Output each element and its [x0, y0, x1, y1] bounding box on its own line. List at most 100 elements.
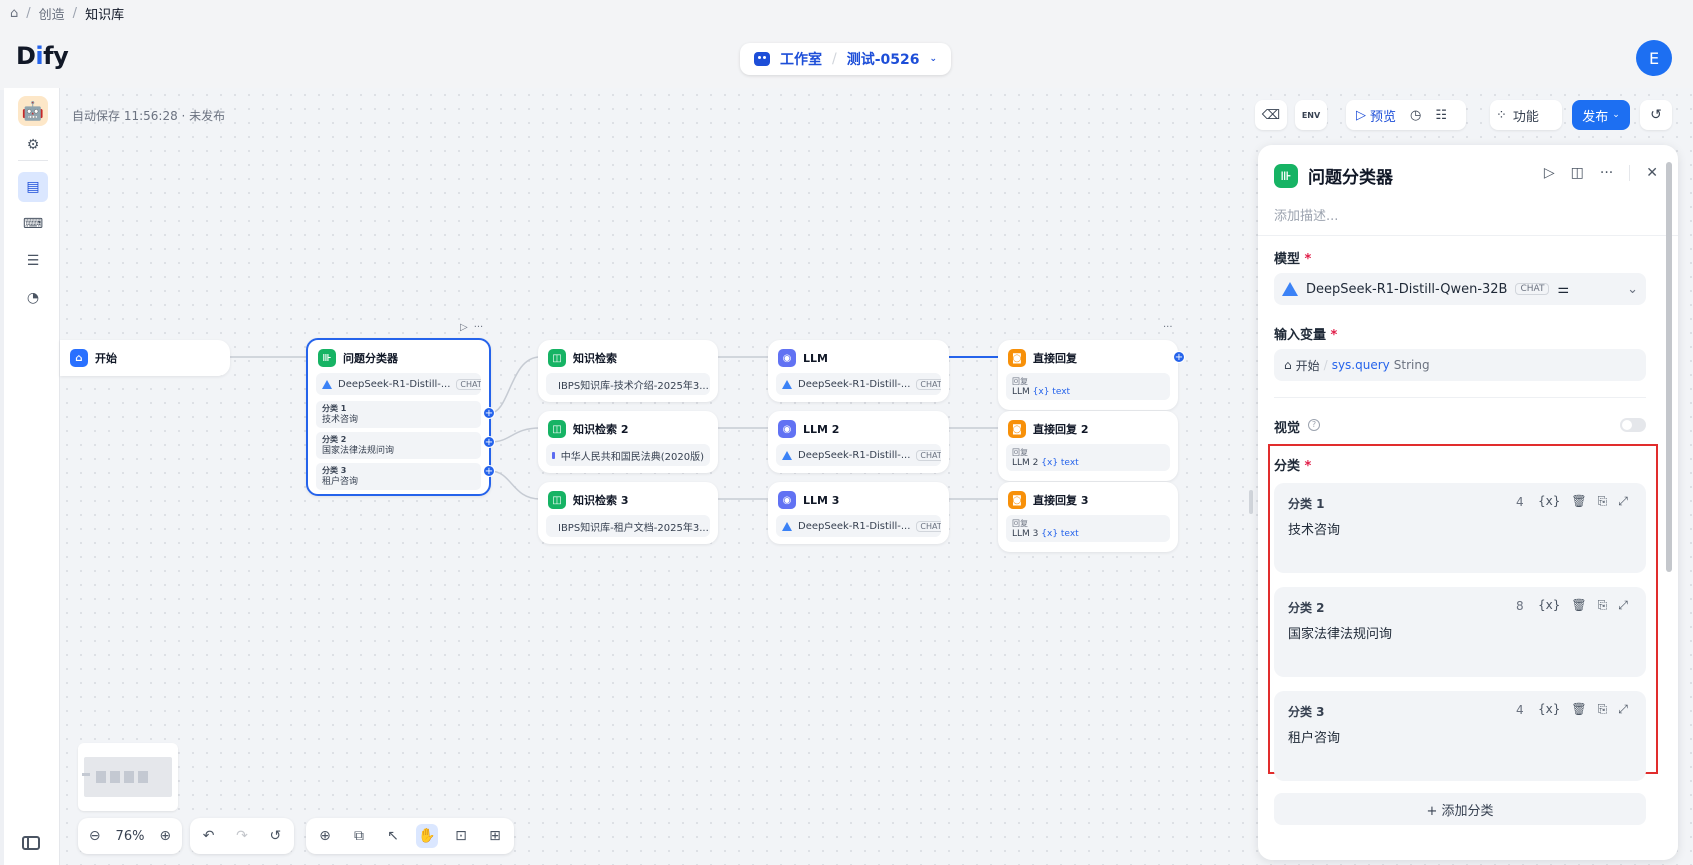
node-knowledge-retrieval-2[interactable]: ◫ 知识检索 2 中华人民共和国民法典(2020版)	[538, 411, 718, 473]
add-note-icon[interactable]: ⧉	[348, 824, 370, 848]
zoom-level[interactable]: 76%	[116, 829, 145, 844]
add-node-icon[interactable]: ⊕	[314, 824, 336, 848]
add-branch-port[interactable]: +	[483, 436, 495, 448]
run-node-icon[interactable]: ▷	[460, 322, 468, 333]
workspace-name[interactable]: 工作室	[780, 49, 822, 69]
play-icon: ▷	[1356, 107, 1366, 123]
more-icon[interactable]: ···	[1163, 322, 1173, 333]
char-count: 8	[1516, 599, 1524, 613]
add-class-button[interactable]: + 添加分类	[1274, 793, 1646, 825]
folder-icon	[552, 451, 555, 459]
divider	[1258, 235, 1678, 236]
copy-icon[interactable]: ⎘	[1598, 598, 1608, 613]
sidebar-divider	[18, 160, 48, 161]
slash-separator: /	[832, 51, 837, 67]
node-answer-3[interactable]: ◙ 直接回复 3 回复 LLM 3 {x} text	[998, 482, 1178, 552]
organize-icon[interactable]: ⊞	[484, 824, 506, 848]
node-question-classifier[interactable]: ⊪ 问题分类器 DeepSeek-R1-Distill-... CHAT 分类 …	[306, 338, 491, 496]
zoom-out-icon[interactable]: ⊖	[86, 824, 104, 848]
checklist-button[interactable]: ⌫	[1255, 100, 1287, 130]
expand-icon[interactable]: ⤢	[1618, 702, 1628, 717]
class-card-3[interactable]: 分类 3 4 {x} 🗑 ⎘ ⤢ 租户咨询	[1274, 691, 1646, 781]
model-selector[interactable]: DeepSeek-R1-Distill-Qwen-32B CHAT ⚌ ⌄	[1274, 273, 1646, 305]
close-icon[interactable]: ✕	[1646, 165, 1658, 181]
app-switcher[interactable]: 工作室 / 测试-0526 ⌄	[740, 43, 952, 75]
history-icon[interactable]: ↺	[265, 824, 286, 848]
help-book-icon[interactable]: ◫	[1571, 165, 1584, 181]
pointer-icon[interactable]: ↖	[382, 824, 404, 848]
minimap-node	[110, 771, 120, 783]
breadcrumb-item-create[interactable]: 创造	[39, 4, 65, 23]
vision-toggle[interactable]	[1620, 418, 1646, 432]
preview-button[interactable]: ▷ 预览	[1352, 103, 1400, 127]
class-text-input[interactable]: 租户咨询	[1288, 727, 1340, 746]
class-text-input[interactable]: 国家法律法规问询	[1288, 623, 1392, 642]
node-llm-3[interactable]: ◉ LLM 3 DeepSeek-R1-Distill-... CHAT	[768, 482, 949, 544]
sidebar-toggle-icon[interactable]	[22, 836, 40, 850]
copy-icon[interactable]: ⎘	[1598, 494, 1608, 509]
run-node-icon[interactable]: ▷	[1544, 165, 1555, 181]
delete-icon[interactable]: 🗑	[1571, 702, 1586, 717]
checklist-icon-button[interactable]: ☷	[1431, 103, 1451, 127]
version-history-button[interactable]: ↺	[1640, 100, 1672, 130]
variable-pill[interactable]: ⌂ 开始 / sys.query String	[1284, 357, 1430, 374]
node-llm-2[interactable]: ◉ LLM 2 DeepSeek-R1-Distill-... CHAT	[768, 411, 949, 473]
run-history-button[interactable]: ◷	[1406, 103, 1425, 127]
export-image-icon[interactable]: ⊡	[450, 824, 472, 848]
env-button[interactable]: ENV	[1295, 100, 1327, 130]
description-input[interactable]: 添加描述...	[1274, 205, 1338, 224]
redo-icon[interactable]: ↷	[231, 824, 252, 848]
node-start[interactable]: ⌂ 开始	[60, 340, 230, 376]
insert-variable-icon[interactable]: {x}	[1538, 598, 1560, 613]
model-params-icon[interactable]: ⚌	[1557, 282, 1569, 297]
zoom-in-icon[interactable]: ⊕	[156, 824, 174, 848]
sidebar-item-logs[interactable]: ☰	[18, 246, 48, 276]
char-count: 4	[1516, 703, 1524, 717]
expand-icon[interactable]: ⤢	[1618, 598, 1628, 613]
minimap[interactable]	[78, 743, 178, 811]
add-next-node-port[interactable]: +	[1173, 351, 1185, 363]
more-icon[interactable]: ···	[474, 322, 484, 333]
home-icon: ⌂	[1284, 358, 1292, 372]
insert-variable-icon[interactable]: {x}	[1538, 494, 1560, 509]
app-name[interactable]: 测试-0526	[847, 49, 920, 69]
more-icon[interactable]: ···	[1600, 165, 1613, 181]
node-answer-2[interactable]: ◙ 直接回复 2 回复 LLM 2 {x} text	[998, 411, 1178, 481]
delete-icon[interactable]: 🗑	[1571, 598, 1586, 613]
help-icon[interactable]: ?	[1308, 419, 1320, 431]
node-llm-1[interactable]: ◉ LLM DeepSeek-R1-Distill-... CHAT	[768, 340, 949, 402]
node-knowledge-retrieval-3[interactable]: ◫ 知识检索 3 IBPS知识库-租户文档-2025年3...	[538, 482, 718, 544]
node-actions: ▷ ···	[460, 322, 483, 333]
app-avatar-icon[interactable]: 🤖	[18, 96, 48, 126]
class-card-1[interactable]: 分类 1 4 {x} 🗑 ⎘ ⤢ 技术咨询	[1274, 483, 1646, 573]
home-icon[interactable]: ⌂	[10, 6, 18, 21]
insert-variable-icon[interactable]: {x}	[1538, 702, 1560, 717]
book-icon: ◫	[548, 420, 566, 438]
panel-scrollbar[interactable]	[1666, 162, 1672, 572]
user-avatar[interactable]: E	[1636, 40, 1672, 76]
expand-icon[interactable]: ⤢	[1618, 494, 1628, 509]
node-knowledge-retrieval-1[interactable]: ◫ 知识检索 IBPS知识库-技术介绍-2025年3...	[538, 340, 718, 402]
input-variable-field[interactable]: ⌂ 开始 / sys.query String	[1274, 349, 1646, 381]
add-branch-port[interactable]: +	[483, 407, 495, 419]
sidebar-item-orchestrate[interactable]: ▤	[18, 172, 48, 202]
panel-title[interactable]: 问题分类器	[1308, 163, 1393, 188]
features-button[interactable]: ⁘ 功能	[1490, 100, 1562, 130]
copy-icon[interactable]: ⎘	[1598, 702, 1608, 717]
node-answer-1[interactable]: ◙ 直接回复 回复 LLM {x} text	[998, 340, 1178, 410]
settings-sliders-icon[interactable]: ⚙	[18, 130, 48, 160]
publish-button[interactable]: 发布 ⌄	[1572, 100, 1630, 130]
model-chip: DeepSeek-R1-Distill-... CHAT	[776, 373, 941, 395]
class-card-2[interactable]: 分类 2 8 {x} 🗑 ⎘ ⤢ 国家法律法规问询	[1274, 587, 1646, 677]
undo-icon[interactable]: ↶	[198, 824, 219, 848]
class-text-input[interactable]: 技术咨询	[1288, 519, 1340, 538]
add-branch-port[interactable]: +	[483, 465, 495, 477]
panel-resize-handle[interactable]	[1249, 490, 1253, 514]
model-logo-icon	[782, 521, 792, 531]
sidebar-item-monitor[interactable]: ◔	[18, 283, 48, 313]
delete-icon[interactable]: 🗑	[1571, 494, 1586, 509]
dify-logo[interactable]: Dify	[16, 42, 69, 70]
left-sidebar: 🤖 ⚙ ▤ ⌨ ☰ ◔	[4, 88, 60, 865]
hand-icon[interactable]: ✋	[416, 824, 438, 848]
sidebar-item-api[interactable]: ⌨	[18, 209, 48, 239]
